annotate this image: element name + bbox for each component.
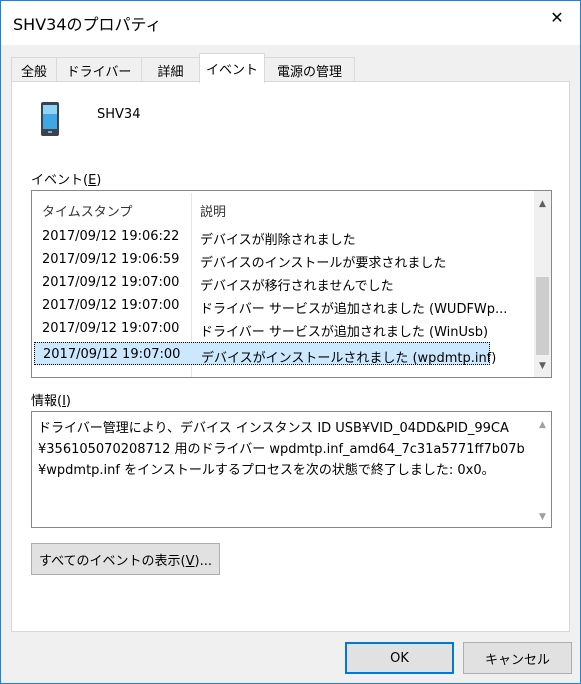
list-item[interactable]: 2017/09/12 19:06:22 デバイスが削除されました	[32, 225, 536, 248]
events-scrollbar[interactable]: ▲ ▼	[534, 191, 551, 377]
tab-power-management[interactable]: 電源の管理	[264, 57, 355, 82]
scroll-up-icon[interactable]: ▲	[534, 195, 551, 212]
event-description: ドライバー サービスが追加されました (WUDFWp...	[200, 302, 508, 317]
info-label: 情報(I)	[31, 394, 71, 409]
scroll-down-icon[interactable]: ▼	[534, 357, 551, 374]
list-item[interactable]: 2017/09/12 19:06:59 デバイスのインストールが要求されました	[32, 248, 536, 271]
info-line: ¥wpdmtp.inf をインストールするプロセスを次の状態で終了しました: 0…	[38, 463, 495, 478]
events-list[interactable]: タイムスタンプ 説明 2017/09/12 19:06:22 デバイスが削除され…	[31, 190, 552, 378]
list-item-selected[interactable]: 2017/09/12 19:07:00 デバイスがインストールされました (wp…	[34, 342, 496, 366]
event-timestamp: 2017/09/12 19:07:00	[42, 275, 180, 290]
column-header-timestamp[interactable]: タイムスタンプ	[42, 201, 132, 220]
window-title: SHV34のプロパティ	[13, 15, 162, 34]
tab-details[interactable]: 詳細	[141, 57, 200, 82]
event-description: デバイスが削除されました	[200, 233, 356, 248]
tab-events[interactable]: イベント	[199, 53, 265, 83]
list-item[interactable]: 2017/09/12 19:07:00 デバイスが移行されませんでした	[32, 271, 536, 294]
properties-dialog: SHV34のプロパティ ✕ 全般 ドライバー 詳細 イベント 電源の管理 SHV…	[0, 0, 581, 684]
info-textbox[interactable]: ドライバー管理により、デバイス インスタンス ID USB¥VID_04DD&P…	[31, 411, 552, 528]
scroll-down-icon[interactable]: ▼	[534, 508, 551, 525]
event-timestamp: 2017/09/12 19:07:00	[42, 298, 180, 313]
ok-button[interactable]: OK	[345, 642, 454, 674]
title-bar: SHV34のプロパティ ✕	[1, 1, 580, 45]
event-timestamp: 2017/09/12 19:07:00	[42, 321, 180, 336]
info-text: ドライバー管理により、デバイス インスタンス ID USB¥VID_04DD&P…	[38, 418, 528, 481]
events-label: イベント(E)	[31, 173, 102, 188]
event-description: デバイスがインストールされました (wpdmtp.inf)	[201, 351, 497, 366]
event-description: デバイスのインストールが要求されました	[200, 256, 447, 271]
events-list-header: タイムスタンプ 説明	[32, 191, 536, 225]
event-description: デバイスが移行されませんでした	[200, 279, 394, 294]
info-line: ¥356105070208712 用のドライバー wpdmtp.inf_amd6…	[38, 442, 525, 457]
list-item[interactable]: 2017/09/12 19:07:00 ドライバー サービスが追加されました (…	[32, 294, 536, 317]
list-item[interactable]: 2017/09/12 19:07:00 ドライバー サービスが追加されました (…	[32, 317, 536, 340]
event-timestamp: 2017/09/12 19:06:22	[42, 229, 180, 244]
column-header-description[interactable]: 説明	[200, 201, 226, 220]
close-icon[interactable]: ✕	[534, 1, 580, 33]
device-name: SHV34	[97, 107, 141, 122]
info-line: ドライバー管理により、デバイス インスタンス ID USB¥VID_04DD&P…	[38, 421, 509, 436]
tab-driver[interactable]: ドライバー	[56, 57, 142, 82]
show-all-events-button[interactable]: すべてのイベントの表示(V)...	[31, 543, 220, 575]
event-timestamp: 2017/09/12 19:07:00	[43, 347, 181, 362]
scroll-up-icon[interactable]: ▲	[534, 416, 551, 433]
scrollbar-thumb[interactable]	[536, 277, 549, 355]
mobile-device-icon	[41, 102, 59, 136]
event-timestamp: 2017/09/12 19:06:59	[42, 252, 180, 267]
tab-general[interactable]: 全般	[11, 57, 57, 82]
info-scrollbar[interactable]: ▲ ▼	[534, 412, 551, 527]
cancel-button[interactable]: キャンセル	[463, 642, 572, 674]
event-description: ドライバー サービスが追加されました (WinUsb)	[200, 325, 489, 340]
